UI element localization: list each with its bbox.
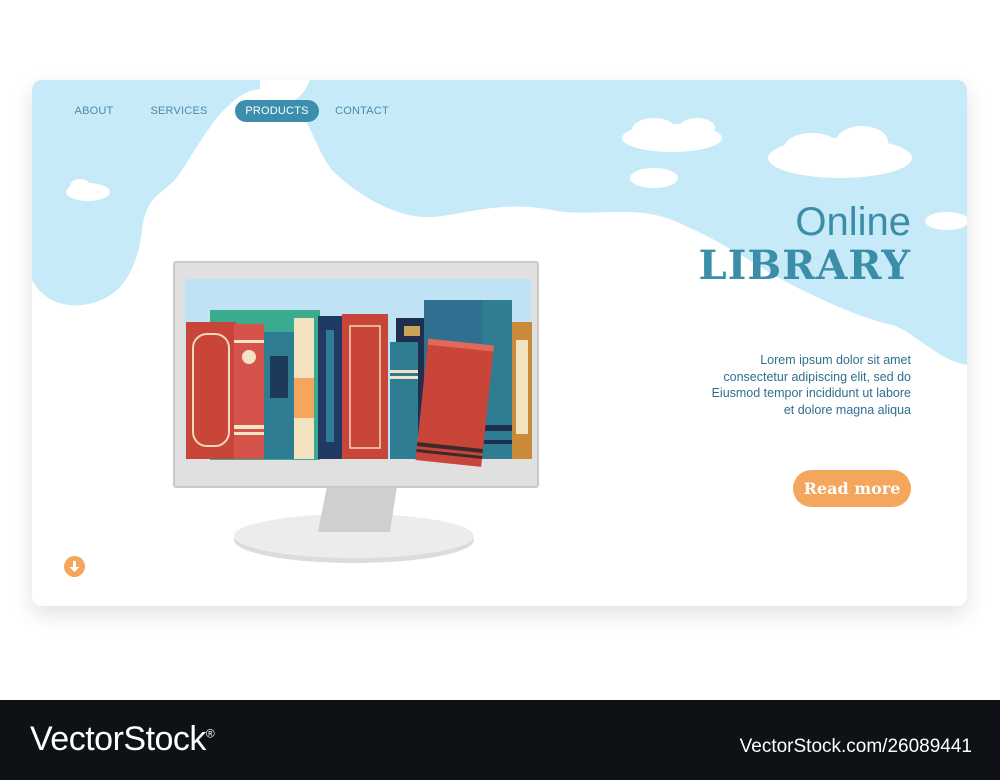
description-line: Lorem ipsum dolor sit amet: [760, 353, 911, 367]
read-more-button[interactable]: Read more: [793, 470, 911, 507]
footer-brand: VectorStock®: [30, 720, 215, 759]
hero-title: Online LIBRARY: [699, 200, 912, 288]
scroll-down-button[interactable]: [64, 556, 85, 577]
hero-title-line2: LIBRARY: [698, 242, 911, 289]
footer-bar: VectorStock® VectorStock.com/26089441: [0, 700, 1000, 780]
top-nav: ABOUT SERVICES PRODUCTS CONTACT: [32, 100, 452, 124]
nav-products[interactable]: PRODUCTS: [235, 100, 319, 122]
description-line: Eiusmod tempor incididunt ut labore: [711, 386, 911, 400]
nav-contact[interactable]: CONTACT: [333, 100, 391, 122]
hero-title-line1: Online: [795, 200, 911, 244]
landing-card: ABOUT SERVICES PRODUCTS CONTACT Online L…: [32, 80, 967, 606]
monitor-with-books-icon: [173, 261, 539, 563]
nav-about[interactable]: ABOUT: [72, 100, 116, 122]
nav-services[interactable]: SERVICES: [150, 100, 208, 122]
footer-image-id: VectorStock.com/26089441: [739, 736, 972, 757]
arrow-down-icon: [69, 561, 80, 572]
registered-mark: ®: [205, 726, 215, 741]
description-line: et dolore magna aliqua: [783, 402, 911, 417]
description-line: consectetur adipiscing elit, sed do: [723, 369, 911, 384]
brand-name: VectorStock: [30, 720, 206, 758]
hero-description: Lorem ipsum dolor sit amet consectetur a…: [651, 352, 911, 418]
